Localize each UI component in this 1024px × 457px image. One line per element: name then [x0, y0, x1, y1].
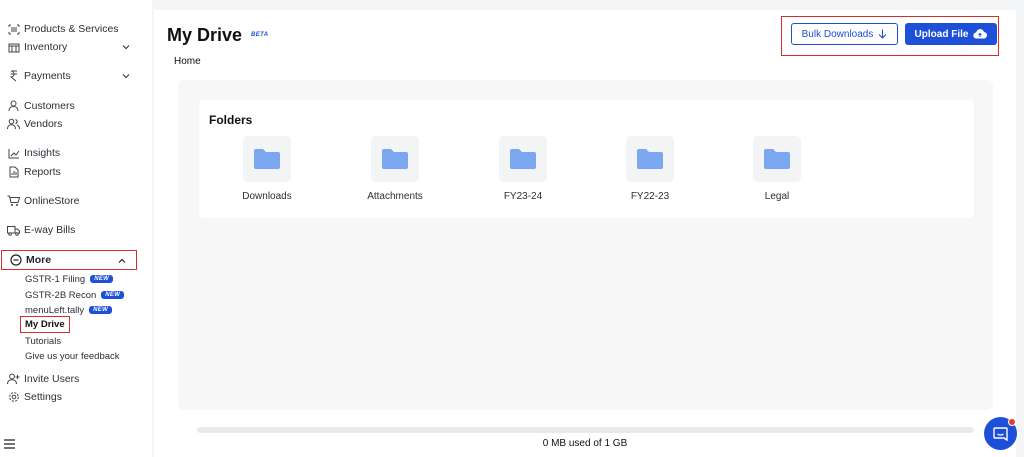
sidebar-item-more[interactable]: More [1, 250, 137, 270]
chart-icon [7, 147, 20, 160]
storage-progress-bar [197, 427, 974, 433]
warehouse-icon [7, 41, 20, 54]
sidebar-item-label: Products & Services [24, 23, 119, 35]
storage-usage-text: 0 MB used of 1 GB [542, 438, 628, 449]
sidebar-item-products-services[interactable]: Products & Services [0, 19, 140, 39]
sidebar-item-label: Settings [24, 391, 62, 403]
sidebar-subitem-feedback[interactable]: Give us your feedback [25, 349, 120, 363]
sidebar-subitem-gstr1-filing[interactable]: GSTR-1 Filing NEW [25, 272, 114, 286]
folder-downloads[interactable]: Downloads [217, 136, 317, 206]
folder-name: Downloads [242, 191, 292, 202]
beta-badge: BETA [251, 32, 269, 38]
folder-name: FY23-24 [503, 191, 543, 202]
header-actions: Bulk Downloads Upload File [781, 16, 999, 56]
folder-icon [499, 136, 547, 182]
folder-icon [753, 136, 801, 182]
sidebar-item-label: Insights [24, 147, 61, 159]
folder-icon [243, 136, 291, 182]
sidebar: Products & Services Inventory Payments C… [0, 0, 152, 457]
sidebar-item-eway-bills[interactable]: E-way Bills [0, 220, 140, 240]
user-plus-icon [7, 373, 20, 386]
sidebar-item-settings[interactable]: Settings [0, 387, 140, 407]
folder-name: Legal [764, 191, 790, 202]
folder-fy22-23[interactable]: FY22-23 [600, 136, 700, 206]
sidebar-subitem-tally[interactable]: menuLeft.tally NEW [25, 303, 113, 317]
rupee-icon [7, 70, 20, 83]
sidebar-item-customers[interactable]: Customers [0, 96, 140, 116]
folder-icon [626, 136, 674, 182]
arrow-down-icon [878, 29, 887, 39]
chat-icon [993, 426, 1008, 441]
truck-icon [7, 224, 20, 237]
folder-fy23-24[interactable]: FY23-24 [473, 136, 573, 206]
new-badge: NEW [90, 275, 114, 283]
sidebar-item-inventory[interactable]: Inventory [0, 37, 140, 57]
folders-title: Folders [209, 113, 253, 127]
folders-card: Folders Downloads Attachments FY23-24 FY… [199, 100, 974, 218]
page-title: My Drive [167, 25, 243, 45]
folder-name: Attachments [367, 191, 423, 202]
drive-content: Folders Downloads Attachments FY23-24 FY… [178, 80, 993, 410]
new-badge: NEW [89, 306, 113, 314]
sidebar-subitem-my-drive[interactable]: My Drive [20, 316, 70, 333]
sidebar-item-label: Payments [24, 70, 71, 82]
folder-icon [371, 136, 419, 182]
chevron-down-icon[interactable] [120, 70, 132, 82]
sidebar-item-label: Customers [24, 100, 75, 112]
main-panel: My Drive BETA Home Bulk Downloads Upload… [154, 10, 1016, 457]
sidebar-item-label: E-way Bills [24, 224, 76, 236]
sidebar-item-label: More [26, 254, 52, 266]
folder-legal[interactable]: Legal [727, 136, 827, 206]
notification-dot [1008, 418, 1016, 426]
sidebar-subitem-gstr2b-recon[interactable]: GSTR-2B Recon NEW [25, 288, 125, 302]
sidebar-item-payments[interactable]: Payments [0, 66, 140, 86]
minus-circle-icon [9, 254, 22, 267]
sidebar-item-label: Inventory [24, 41, 68, 53]
cloud-upload-icon [973, 29, 988, 39]
breadcrumb[interactable]: Home [174, 56, 201, 67]
cart-icon [7, 195, 20, 208]
gear-icon [7, 391, 20, 404]
sidebar-item-label: Reports [24, 166, 61, 178]
report-icon [7, 166, 20, 179]
chevron-up-icon[interactable] [116, 255, 128, 267]
users-icon [7, 118, 20, 131]
new-badge: NEW [101, 291, 125, 299]
sidebar-item-insights[interactable]: Insights [0, 143, 140, 163]
sidebar-item-label: Invite Users [24, 373, 80, 385]
barcode-icon [7, 23, 20, 36]
sidebar-item-label: OnlineStore [24, 195, 80, 207]
chevron-down-icon[interactable] [120, 41, 132, 53]
sidebar-subitem-tutorials[interactable]: Tutorials [25, 334, 61, 348]
folder-name: FY22-23 [630, 191, 670, 202]
folder-attachments[interactable]: Attachments [345, 136, 445, 206]
user-icon [7, 100, 20, 113]
sidebar-item-vendors[interactable]: Vendors [0, 114, 140, 134]
bulk-downloads-button[interactable]: Bulk Downloads [791, 23, 898, 45]
hamburger-menu-icon[interactable] [4, 439, 15, 449]
sidebar-item-label: Vendors [24, 118, 63, 130]
sidebar-item-reports[interactable]: Reports [0, 162, 140, 182]
upload-file-button[interactable]: Upload File [905, 23, 997, 45]
sidebar-item-onlinestore[interactable]: OnlineStore [0, 191, 140, 211]
sidebar-item-invite-users[interactable]: Invite Users [0, 369, 140, 389]
